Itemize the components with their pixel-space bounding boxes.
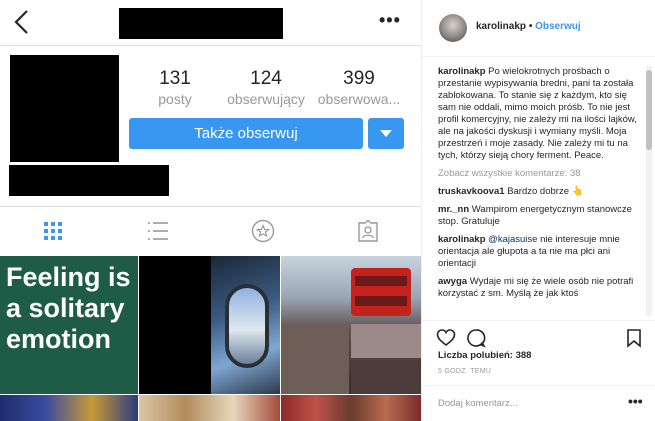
follow-button[interactable]: Także obserwuj xyxy=(129,118,363,149)
post-thumbnail[interactable] xyxy=(139,395,280,421)
follow-link[interactable]: Obserwuj xyxy=(535,21,581,32)
tagged-photos-icon[interactable] xyxy=(356,219,380,243)
street-photo xyxy=(351,360,421,394)
comment-text: Wydaje mi się że wiele osób nie potrafi … xyxy=(438,276,634,299)
quote-text: Feeling is a solitary emotion xyxy=(6,262,131,354)
avatar[interactable] xyxy=(439,14,467,42)
post-thumbnail-redacted[interactable] xyxy=(139,256,211,394)
stat-following-count: 399 xyxy=(343,68,375,89)
comment-text: Bardzo dobrze 👆 xyxy=(507,186,584,197)
redacted-username xyxy=(119,8,283,39)
comment-username[interactable]: mr._nn xyxy=(438,204,469,215)
comment-item: awyga Wydaje mi się że wiele osób nie po… xyxy=(438,276,640,300)
back-icon[interactable] xyxy=(12,9,32,35)
redacted-full-name xyxy=(9,165,169,196)
author-username[interactable]: karolinakp xyxy=(476,21,526,32)
post-timestamp: 5 GODZ. TEMU xyxy=(438,368,492,375)
comment-item: karolinakp @kajasuise nie interesuje mni… xyxy=(438,234,640,270)
red-bus-image xyxy=(351,268,411,316)
stat-followers-count: 124 xyxy=(250,68,282,89)
caption: karolinakp Po wielokrotnych prośbach o p… xyxy=(438,66,640,162)
stat-posts-count: 131 xyxy=(159,68,191,89)
view-all-comments-link[interactable]: Zobacz wszystkie komentarze: 38 xyxy=(438,168,640,180)
list-view-icon[interactable] xyxy=(146,219,170,243)
grid-view-icon[interactable] xyxy=(41,219,65,243)
post-author: karolinakp • Obserwuj xyxy=(476,21,581,32)
stat-posts-label: posty xyxy=(158,91,192,107)
more-options-icon[interactable]: ••• xyxy=(379,10,401,31)
caption-text: Po wielokrotnych prośbach o przestanie w… xyxy=(438,66,637,161)
comment-username[interactable]: awyga xyxy=(438,276,467,287)
likes-count[interactable]: Liczba polubień: 388 xyxy=(438,350,531,361)
airplane-window-image xyxy=(225,284,269,368)
post-thumbnail[interactable] xyxy=(281,395,421,421)
post-thumbnail[interactable] xyxy=(0,395,138,421)
post-more-options-icon[interactable]: ••• xyxy=(628,393,643,409)
profile-tabs xyxy=(0,206,421,254)
stat-following-label: obserwowa... xyxy=(317,91,401,107)
post-thumbnail-london-collage[interactable] xyxy=(281,256,421,394)
suggestions-dropdown-button[interactable] xyxy=(368,118,404,149)
post-header: karolinakp • Obserwuj xyxy=(422,0,655,57)
comment-username[interactable]: karolinakp xyxy=(438,234,486,245)
comments-scrollbar-thumb[interactable] xyxy=(646,70,652,150)
separator-dot: • xyxy=(528,21,533,32)
post-detail-panel: karolinakp • Obserwuj karolinakp Po wiel… xyxy=(421,0,655,421)
add-comment-bar: Dodaj komentarz... ••• xyxy=(422,385,655,421)
comment-item: truskavkoova1 Bardzo dobrze 👆 xyxy=(438,186,640,198)
comments-list: karolinakp Po wielokrotnych prośbach o p… xyxy=(438,66,640,306)
stat-followers-label: obserwujący xyxy=(227,91,305,107)
comment-mention[interactable]: @kajasuise xyxy=(488,234,537,245)
stat-following[interactable]: 399 obserwowa... xyxy=(312,68,406,107)
comment-item: mr._nn Wampirom energetycznym stanowcze … xyxy=(438,204,640,228)
comment-username[interactable]: truskavkoova1 xyxy=(438,186,505,197)
stat-followers[interactable]: 124 obserwujący xyxy=(222,68,310,107)
save-bookmark-icon[interactable] xyxy=(624,328,644,348)
post-thumbnail-airplane-window[interactable] xyxy=(211,256,280,394)
profile-header: ••• xyxy=(0,0,421,46)
post-thumbnail-quote[interactable]: Feeling is a solitary emotion xyxy=(0,256,138,394)
post-actions xyxy=(422,320,655,350)
profile-panel: ••• 131 posty 124 obserwujący 399 obserw… xyxy=(0,0,421,421)
stat-posts[interactable]: 131 posty xyxy=(150,68,200,107)
add-comment-input[interactable]: Dodaj komentarz... xyxy=(438,398,518,409)
street-photo xyxy=(351,324,421,358)
caption-username[interactable]: karolinakp xyxy=(438,66,486,77)
comment-bubble-icon[interactable] xyxy=(466,328,486,348)
street-photo xyxy=(281,324,349,394)
saved-star-icon[interactable] xyxy=(251,219,275,243)
redacted-avatar xyxy=(10,55,119,162)
like-heart-icon[interactable] xyxy=(436,328,456,348)
